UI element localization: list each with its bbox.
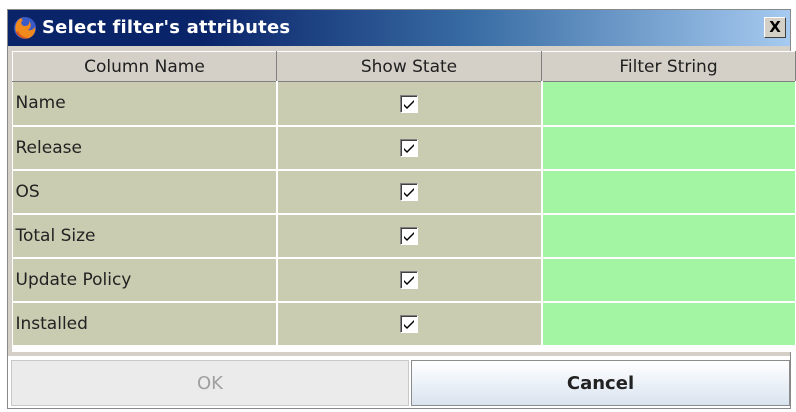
row-name-cell: Total Size [12,213,278,259]
dialog-title: Select filter's attributes [42,17,291,38]
show-state-checkbox[interactable] [400,139,418,158]
column-header-show-state[interactable]: Show State [276,51,542,82]
ok-button[interactable]: OK [11,360,409,406]
table-row: Update Policy [12,257,796,303]
checkmark-icon [404,144,414,154]
filter-string-input[interactable] [541,301,796,347]
close-icon: X [769,18,781,36]
filter-attributes-dialog: Select filter's attributes X Column Name… [7,9,796,409]
row-show-cell [276,125,543,171]
row-show-cell [276,213,543,259]
row-name-cell: OS [12,169,278,215]
table-row: Name [12,81,796,127]
cancel-button[interactable]: Cancel [411,360,790,406]
table-header-row: Column Name Show State Filter String [12,51,796,82]
firefox-icon [12,15,38,41]
close-button[interactable]: X [764,17,786,38]
row-name-cell: Name [12,81,278,127]
column-header-name[interactable]: Column Name [12,51,277,82]
row-show-cell [276,169,543,215]
row-show-cell [276,301,543,347]
show-state-checkbox[interactable] [400,95,418,113]
checkmark-icon [404,232,414,242]
column-header-filter-string[interactable]: Filter String [541,51,796,82]
show-state-checkbox[interactable] [400,227,418,246]
checkmark-icon [404,100,414,109]
checkmark-icon [404,188,414,198]
title-bar[interactable]: Select filter's attributes X [8,10,790,46]
show-state-checkbox[interactable] [400,271,418,290]
table-row: OS [12,169,796,215]
filter-string-input[interactable] [541,169,796,215]
filter-string-input[interactable] [541,213,796,259]
filter-string-input[interactable] [541,125,796,171]
show-state-checkbox[interactable] [400,315,418,334]
checkmark-icon [404,276,414,286]
row-name-cell: Release [12,125,278,171]
show-state-checkbox[interactable] [400,183,418,202]
filter-string-input[interactable] [541,257,796,303]
table-row: Installed [12,301,796,347]
row-show-cell [276,81,543,127]
attributes-table-panel: Column Name Show State Filter String Nam… [12,51,796,352]
row-name-cell: Installed [12,301,278,347]
table-row: Total Size [12,213,796,259]
row-name-cell: Update Policy [12,257,278,303]
table-row: Release [12,125,796,171]
attributes-table: Column Name Show State Filter String Nam… [12,51,796,347]
button-bar: OK Cancel [8,356,790,408]
filter-string-input[interactable] [541,81,796,127]
row-show-cell [276,257,543,303]
checkmark-icon [404,320,414,330]
